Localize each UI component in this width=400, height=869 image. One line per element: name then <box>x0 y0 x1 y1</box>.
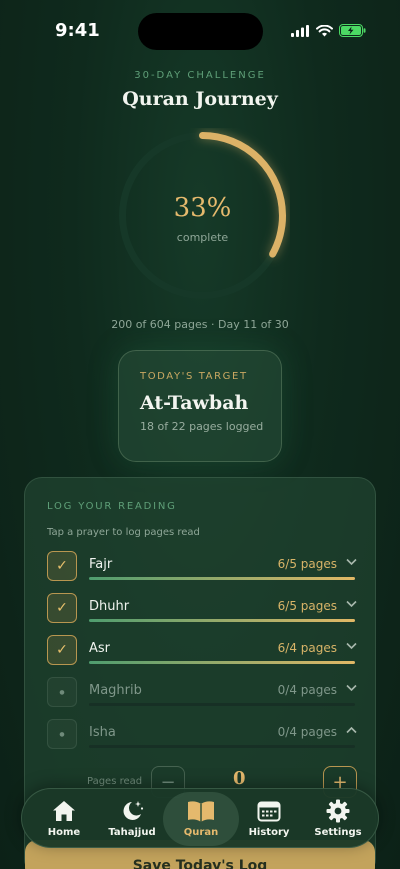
tab-tahajjud[interactable]: Tahajjud <box>97 789 167 849</box>
wifi-icon <box>316 24 333 36</box>
prayer-row-dhuhr[interactable]: ✓ Dhuhr 6/5 pages <box>47 593 357 629</box>
prayer-progress-bar <box>89 619 355 622</box>
progress-complete-label: complete <box>176 231 229 244</box>
log-hint: Tap a prayer to log pages read <box>47 527 200 538</box>
prayer-pages-value: 6/5 pages <box>277 599 337 613</box>
prayer-name: Maghrib <box>89 683 142 698</box>
tab-settings[interactable]: Settings <box>303 789 373 849</box>
tab-label: Home <box>47 827 81 838</box>
tab-label: History <box>248 827 290 838</box>
prayer-name: Isha <box>89 725 116 740</box>
moon-stars-icon <box>97 797 167 825</box>
prayer-progress-bar <box>89 745 355 748</box>
status-icons <box>291 24 366 37</box>
unchecked-box-icon[interactable]: ● <box>47 719 77 749</box>
prayer-row-asr[interactable]: ✓ Asr 6/4 pages <box>47 635 357 671</box>
tab-home[interactable]: Home <box>29 789 99 849</box>
progress-summary: 200 of 604 pages · Day 11 of 30 <box>111 318 289 331</box>
tab-label: Settings <box>314 827 362 838</box>
battery-icon <box>339 24 366 37</box>
prayer-progress-bar <box>89 577 355 580</box>
dynamic-island <box>138 13 263 50</box>
status-bar: 9:41 <box>0 0 400 60</box>
home-icon <box>29 797 99 825</box>
target-pages: 18 of 22 pages logged <box>140 420 264 433</box>
log-title: LOG YOUR READING <box>47 501 177 512</box>
tab-label: Tahajjud <box>108 827 156 838</box>
progress-ring: 33% complete <box>115 128 290 303</box>
chevron-up-icon[interactable] <box>346 724 357 737</box>
book-icon <box>166 797 236 825</box>
tab-history[interactable]: History <box>234 789 304 849</box>
status-time: 9:41 <box>55 20 100 41</box>
prayer-name: Asr <box>89 641 111 656</box>
prayer-progress-fill <box>89 661 355 664</box>
prayer-progress-fill <box>89 577 355 580</box>
prayer-pages-value: 6/5 pages <box>277 557 337 571</box>
tab-quran[interactable]: Quran <box>166 789 236 849</box>
prayer-progress-bar <box>89 661 355 664</box>
prayer-row-fajr[interactable]: ✓ Fajr 6/5 pages <box>47 551 357 587</box>
prayer-row-maghrib[interactable]: ● Maghrib 0/4 pages <box>47 677 357 713</box>
checkmark-icon[interactable]: ✓ <box>47 551 77 581</box>
chevron-down-icon[interactable] <box>346 640 357 653</box>
checkmark-icon[interactable]: ✓ <box>47 635 77 665</box>
gear-icon <box>303 797 373 825</box>
prayer-progress-fill <box>89 619 355 622</box>
challenge-label: 30-DAY CHALLENGE <box>134 70 266 81</box>
prayer-name: Dhuhr <box>89 599 130 614</box>
calendar-icon <box>234 797 304 825</box>
prayer-pages-value: 0/4 pages <box>277 725 337 739</box>
signal-icon <box>291 24 309 37</box>
prayer-pages-value: 0/4 pages <box>277 683 337 697</box>
prayer-name: Fajr <box>89 557 113 572</box>
progress-percent: 33% <box>173 193 232 223</box>
prayer-pages-value: 6/4 pages <box>277 641 337 655</box>
tab-label: Quran <box>183 827 219 838</box>
unchecked-box-icon[interactable]: ● <box>47 677 77 707</box>
tab-bar: Home Tahajjud Quran History Settings <box>21 788 379 848</box>
chevron-down-icon[interactable] <box>346 556 357 569</box>
chevron-down-icon[interactable] <box>346 598 357 611</box>
checkmark-icon[interactable]: ✓ <box>47 593 77 623</box>
prayer-progress-bar <box>89 703 355 706</box>
chevron-down-icon[interactable] <box>346 682 357 695</box>
todays-target-card[interactable]: TODAY'S TARGET At-Tawbah 18 of 22 pages … <box>118 350 282 462</box>
stepper-value: 0 <box>233 768 246 789</box>
prayer-row-isha[interactable]: ● Isha 0/4 pages <box>47 719 357 755</box>
target-label: TODAY'S TARGET <box>140 371 248 382</box>
page-title: Quran Journey <box>122 88 278 110</box>
target-surah: At-Tawbah <box>140 392 249 414</box>
stepper-label: Pages read <box>87 776 143 787</box>
